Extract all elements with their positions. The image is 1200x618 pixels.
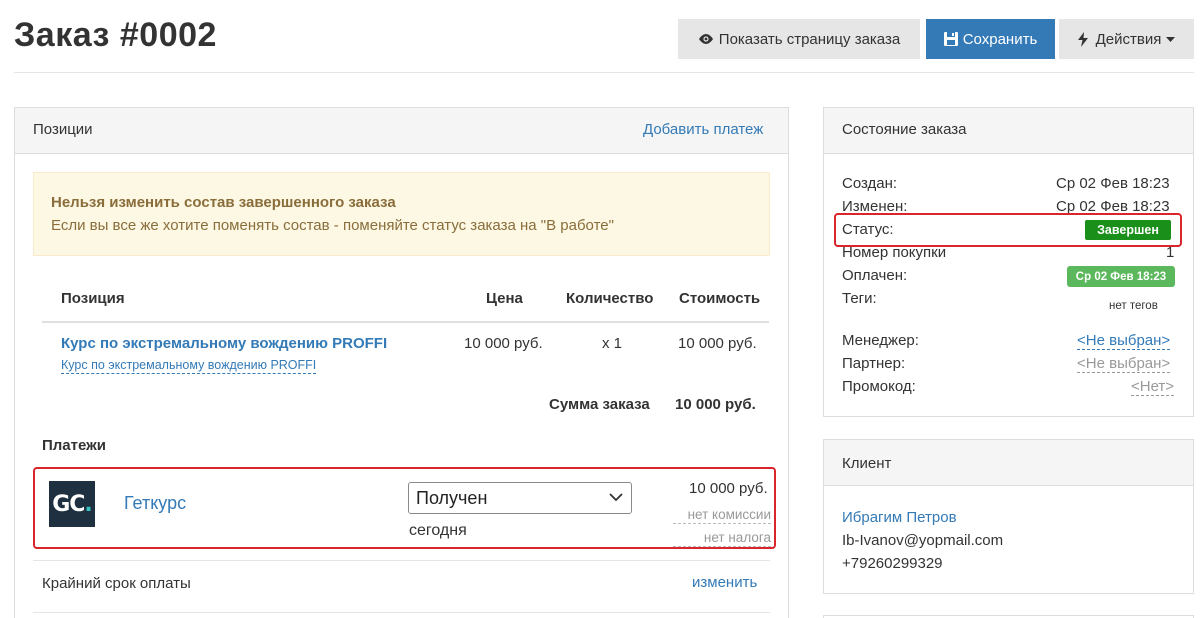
add-payment-link[interactable]: Добавить платеж [643, 121, 763, 138]
promo-label: Промокод: [842, 378, 916, 395]
tags-label: Теги: [842, 290, 877, 307]
positions-title: Позиции [33, 121, 93, 138]
order-total-value: 10 000 руб. [675, 396, 756, 413]
client-name-link[interactable]: Ибрагим Петров [842, 509, 957, 526]
payment-commission-link[interactable]: нет комиссии [673, 507, 771, 524]
save-label: Сохранить [962, 30, 1038, 48]
item-cost: 10 000 руб. [678, 335, 757, 352]
column-header-position: Позиция [61, 290, 125, 307]
payment-amount: 10 000 руб. [689, 480, 768, 497]
deadline-change-link[interactable]: изменить [692, 574, 757, 591]
purchase-number-value: 1 [1166, 244, 1175, 261]
actions-label: Действия [1095, 30, 1162, 48]
deadline-top-divider [33, 560, 770, 561]
item-price: 10 000 руб. [464, 335, 543, 352]
chevron-down-icon [609, 493, 623, 502]
warning-text: Если вы все же хотите поменять состав - … [51, 217, 614, 234]
show-order-page-button[interactable]: Показать страницу заказа [678, 19, 920, 59]
manager-label: Менеджер: [842, 332, 919, 349]
show-order-page-label: Показать страницу заказа [718, 30, 901, 48]
order-state-title: Состояние заказа [842, 121, 967, 138]
partner-select-link[interactable]: <Не выбран> [1077, 355, 1171, 373]
payment-status-select[interactable]: Получен [408, 482, 632, 514]
save-button[interactable]: Сохранить [926, 19, 1055, 59]
table-header-divider [42, 321, 769, 323]
lightning-icon [1077, 31, 1088, 47]
created-label: Создан: [842, 175, 898, 192]
payment-deadline-label: Крайний срок оплаты [42, 575, 191, 592]
payment-status-value: Получен [416, 487, 488, 508]
status-badge: Завершен [1085, 220, 1171, 240]
warning-title: Нельзя изменить состав завершенного зака… [51, 194, 396, 211]
order-total-label: Сумма заказа [549, 396, 650, 413]
floppy-disk-icon [943, 32, 958, 46]
payment-date: сегодня [409, 522, 467, 539]
column-header-price: Цена [486, 290, 523, 307]
header-divider [14, 72, 1194, 73]
getcourse-logo-dot: . [84, 491, 92, 517]
eye-icon [698, 34, 713, 44]
purchase-number-label: Номер покупки [842, 244, 947, 261]
manager-select-link[interactable]: <Не выбран> [1077, 332, 1171, 350]
client-email: Ib-Ivanov@yopmail.com [842, 532, 1004, 549]
caret-down-icon [1166, 36, 1176, 42]
item-title-link[interactable]: Курс по экстремальному вождению PROFFI [61, 335, 387, 352]
column-header-cost: Стоимость [679, 290, 761, 307]
tags-value: нет тегов [1109, 300, 1158, 312]
paid-badge: Ср 02 Фев 18:23 [1067, 266, 1175, 287]
promo-select-link[interactable]: <Нет> [1131, 378, 1175, 396]
actions-dropdown-button[interactable]: Действия [1059, 19, 1194, 59]
client-title: Клиент [842, 455, 892, 472]
getcourse-logo-text: GC [52, 491, 85, 517]
created-value: Ср 02 Фев 18:23 [1056, 175, 1170, 192]
deadline-bottom-divider [33, 612, 770, 613]
page-title: Заказ #0002 [14, 16, 217, 54]
item-quantity: x 1 [602, 335, 623, 352]
warning-alert [33, 172, 770, 256]
payment-provider-link[interactable]: Геткурс [124, 493, 186, 514]
item-subtitle-link[interactable]: Курс по экстремальному вождению PROFFI [61, 358, 317, 374]
status-label: Статус: [842, 221, 894, 238]
client-phone: +79260299329 [842, 555, 943, 572]
payment-tax-link[interactable]: нет налога [673, 530, 771, 547]
partner-label: Партнер: [842, 355, 906, 372]
payments-title: Платежи [42, 437, 106, 454]
paid-label: Оплачен: [842, 267, 908, 284]
getcourse-logo-icon: GC. [49, 481, 95, 527]
column-header-quantity: Количество [566, 290, 654, 307]
